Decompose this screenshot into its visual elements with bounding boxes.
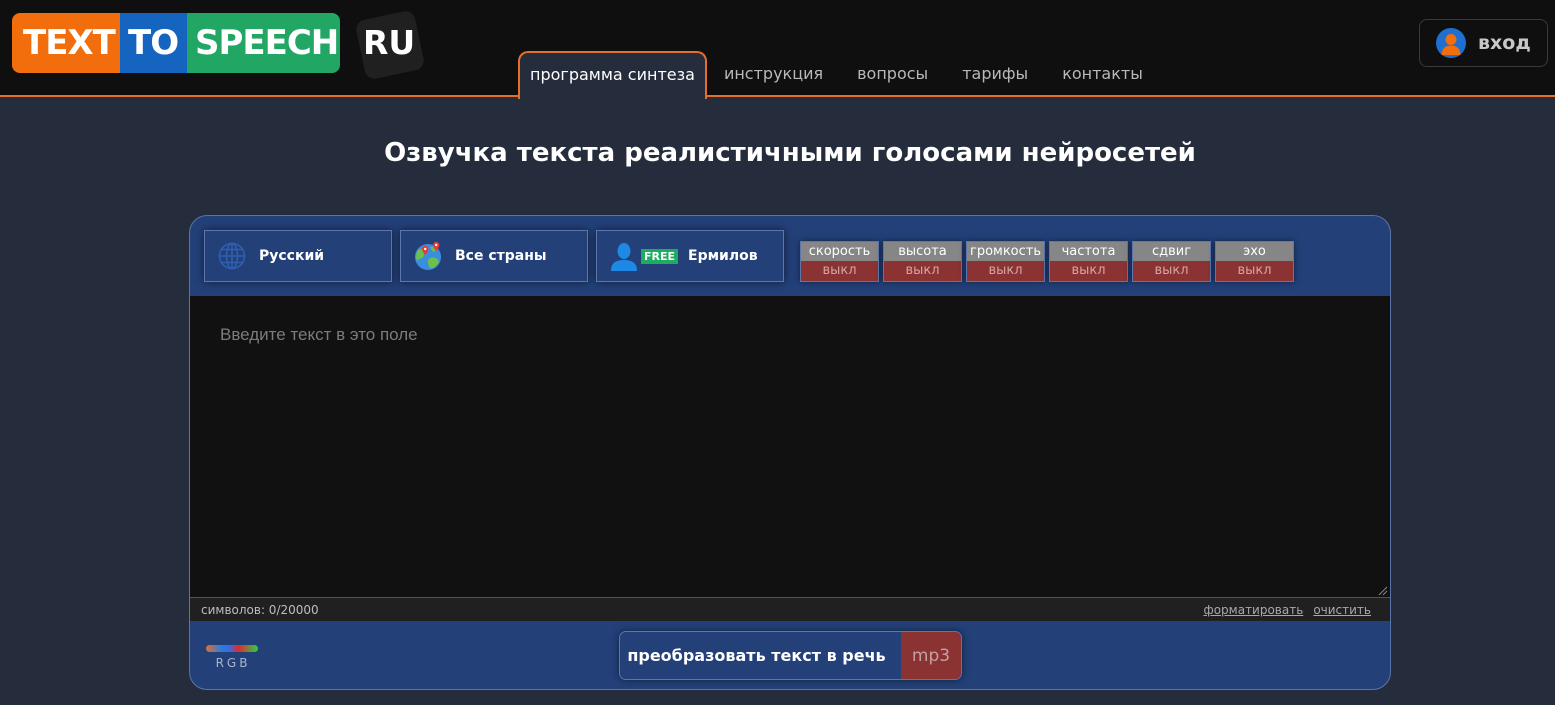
format-link[interactable]: форматировать	[1203, 603, 1303, 617]
character-counter: символов: 0/20000	[201, 603, 319, 617]
rgb-gradient-icon	[206, 645, 258, 652]
effect-frequency-toggle[interactable]: частота выкл	[1049, 241, 1128, 282]
effect-name: высота	[884, 242, 961, 261]
site-header: TEXT TO SPEECH RU программа синтеза инст…	[0, 0, 1555, 99]
logo-speech-part: SPEECH	[187, 13, 340, 73]
convert-button[interactable]: преобразовать текст в речь	[620, 632, 901, 679]
country-label: Все страны	[455, 248, 547, 264]
format-select-button[interactable]: mp3	[901, 632, 961, 679]
editor-status-bar: символов: 0/20000 форматировать очистить	[190, 597, 1390, 621]
voice-label: Ермилов	[688, 248, 758, 264]
main-nav: программа синтеза инструкция вопросы тар…	[518, 51, 1160, 99]
resize-handle-icon[interactable]	[1378, 586, 1388, 596]
text-input[interactable]	[190, 296, 1390, 597]
person-icon	[611, 243, 637, 271]
effect-state: выкл	[1216, 261, 1293, 281]
logo-to-part: TO	[120, 13, 187, 73]
synthesis-panel: Русский Все страны FREE Ермилов скорость…	[189, 215, 1391, 690]
user-icon	[1436, 28, 1466, 58]
rgb-toggle[interactable]: RGB	[206, 645, 260, 670]
language-select[interactable]: Русский	[204, 230, 392, 282]
effect-state: выкл	[1050, 261, 1127, 281]
effect-pitch-toggle[interactable]: высота выкл	[883, 241, 962, 282]
effect-name: эхо	[1216, 242, 1293, 261]
effect-name: частота	[1050, 242, 1127, 261]
effect-name: скорость	[801, 242, 878, 261]
logo[interactable]: TEXT TO SPEECH	[12, 13, 340, 73]
page-title: Озвучка текста реалистичными голосами не…	[384, 138, 1196, 168]
world-map-pin-icon	[415, 241, 441, 270]
effect-shift-toggle[interactable]: сдвиг выкл	[1132, 241, 1211, 282]
effect-name: сдвиг	[1133, 242, 1210, 261]
nav-tab-synthesis[interactable]: программа синтеза	[518, 51, 707, 99]
effect-state: выкл	[884, 261, 961, 281]
free-badge: FREE	[641, 248, 679, 264]
login-label: вход	[1478, 32, 1531, 54]
nav-tab-instructions[interactable]: инструкция	[707, 51, 840, 97]
country-select[interactable]: Все страны	[400, 230, 588, 282]
effect-name: громкость	[967, 242, 1044, 261]
convert-button-group: преобразовать текст в речь mp3	[619, 631, 962, 680]
nav-tab-pricing[interactable]: тарифы	[945, 51, 1045, 97]
effect-volume-toggle[interactable]: громкость выкл	[966, 241, 1045, 282]
voice-select[interactable]: FREE Ермилов	[596, 230, 784, 282]
effect-echo-toggle[interactable]: эхо выкл	[1215, 241, 1294, 282]
clear-link[interactable]: очистить	[1313, 603, 1371, 617]
effect-speed-toggle[interactable]: скорость выкл	[800, 241, 879, 282]
language-label: Русский	[259, 248, 325, 264]
login-button[interactable]: вход	[1419, 19, 1548, 67]
globe-icon	[218, 242, 246, 270]
effect-state: выкл	[801, 261, 878, 281]
editor-actions: форматировать очистить	[1203, 603, 1371, 617]
nav-tab-contacts[interactable]: контакты	[1045, 51, 1160, 97]
effect-state: выкл	[1133, 261, 1210, 281]
rgb-label: RGB	[215, 656, 251, 670]
effects-group: скорость выкл высота выкл громкость выкл…	[800, 241, 1294, 282]
voice-selectors: Русский Все страны FREE Ермилов	[204, 230, 784, 282]
logo-ru-badge[interactable]: RU	[354, 9, 426, 81]
logo-ru-text: RU	[363, 23, 416, 62]
logo-text-part: TEXT	[12, 13, 120, 73]
effect-state: выкл	[967, 261, 1044, 281]
nav-tab-faq[interactable]: вопросы	[840, 51, 945, 97]
